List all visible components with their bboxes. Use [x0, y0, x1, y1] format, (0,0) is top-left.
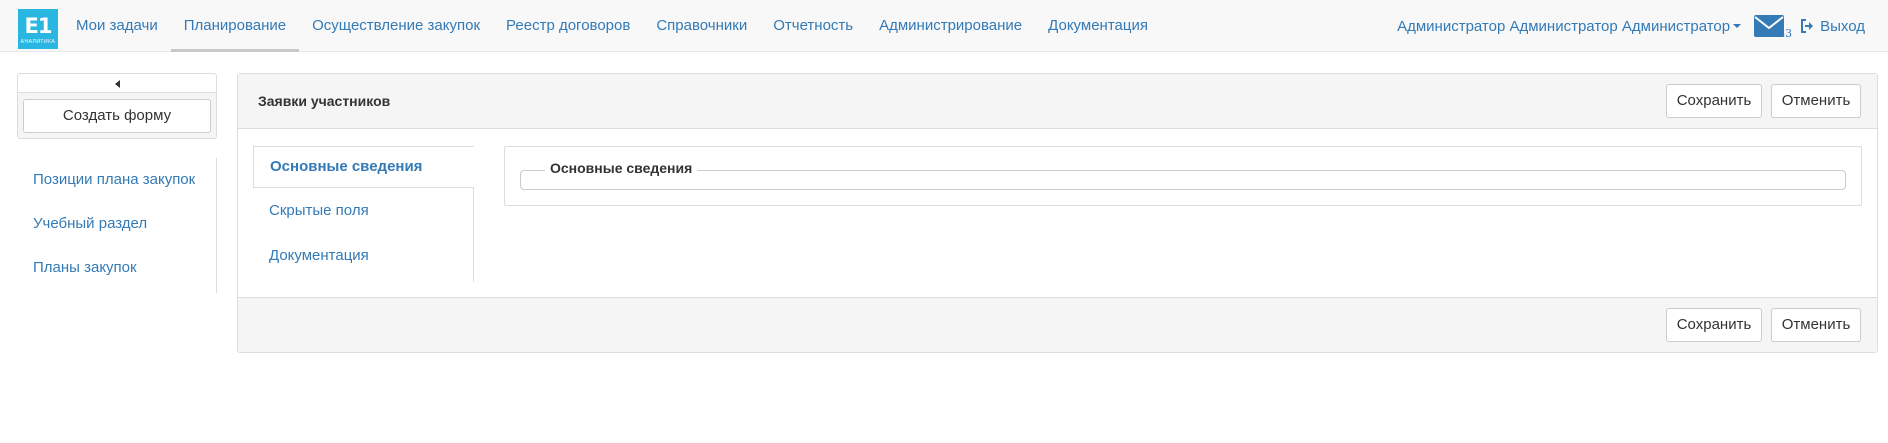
- logout-link[interactable]: Выход: [1800, 18, 1865, 35]
- sidebar-item-plan-positions[interactable]: Позиции плана закупок: [17, 158, 216, 202]
- nav-item-procurement[interactable]: Осуществление закупок: [299, 0, 493, 52]
- form-tabs: Основные сведения Скрытые поля Документа…: [253, 146, 474, 282]
- tab-hidden-fields[interactable]: Скрытые поля: [253, 188, 473, 233]
- fieldset-legend: Основные сведения: [545, 160, 698, 176]
- nav-item-administration[interactable]: Администрирование: [866, 0, 1035, 52]
- caret-left-icon: [115, 80, 120, 88]
- sidebar-collapse-button[interactable]: [18, 74, 216, 93]
- caret-down-icon: [1733, 24, 1742, 28]
- sidebar-item-training-section[interactable]: Учебный раздел: [17, 202, 216, 246]
- panel-footer: Сохранить Отменить: [238, 297, 1877, 352]
- main-menu: Мои задачи Планирование Осуществление за…: [63, 0, 1161, 52]
- sidebar-controls: Создать форму: [17, 73, 217, 139]
- logout-label: Выход: [1820, 17, 1865, 35]
- logo-subtext: АНАЛИТИКА: [20, 39, 56, 45]
- top-navbar: E1 АНАЛИТИКА Мои задачи Планирование Осу…: [0, 0, 1888, 52]
- tab-main-info[interactable]: Основные сведения: [253, 146, 474, 188]
- tab-documentation[interactable]: Документация: [253, 233, 473, 278]
- logout-icon: [1801, 19, 1814, 33]
- sidebar-item-procurement-plans[interactable]: Планы закупок: [17, 246, 216, 290]
- user-menu-dropdown[interactable]: Администратор Администратор Администрато…: [1397, 17, 1742, 35]
- nav-item-contracts-registry[interactable]: Реестр договоров: [493, 0, 643, 52]
- page-title: Заявки участников: [258, 93, 391, 109]
- nav-item-reports[interactable]: Отчетность: [760, 0, 866, 52]
- nav-item-documentation[interactable]: Документация: [1035, 0, 1161, 52]
- messages-count-badge: 43: [1778, 27, 1793, 40]
- create-form-button[interactable]: Создать форму: [23, 99, 211, 133]
- messages-button[interactable]: 43: [1754, 11, 1792, 41]
- nav-item-my-tasks[interactable]: Мои задачи: [63, 0, 171, 52]
- logo-text: E1: [24, 14, 53, 38]
- save-button-top[interactable]: Сохранить: [1666, 84, 1762, 118]
- user-name: Администратор Администратор Администрато…: [1397, 17, 1731, 35]
- app-logo[interactable]: E1 АНАЛИТИКА: [18, 9, 58, 49]
- navbar-right: Администратор Администратор Администрато…: [1397, 0, 1865, 52]
- main-info-fieldset: Основные сведения: [504, 146, 1862, 206]
- panel-header: Заявки участников Сохранить Отменить: [238, 74, 1877, 129]
- cancel-button-bottom[interactable]: Отменить: [1771, 308, 1861, 342]
- cancel-button-top[interactable]: Отменить: [1771, 84, 1861, 118]
- save-button-bottom[interactable]: Сохранить: [1666, 308, 1762, 342]
- nav-item-planning[interactable]: Планирование: [170, 0, 300, 52]
- participant-applications-panel: Заявки участников Сохранить Отменить Осн…: [237, 73, 1878, 353]
- nav-item-directories[interactable]: Справочники: [643, 0, 760, 52]
- fieldset-container: [520, 170, 1846, 190]
- sidebar-nav: Позиции плана закупок Учебный раздел Пла…: [17, 158, 217, 293]
